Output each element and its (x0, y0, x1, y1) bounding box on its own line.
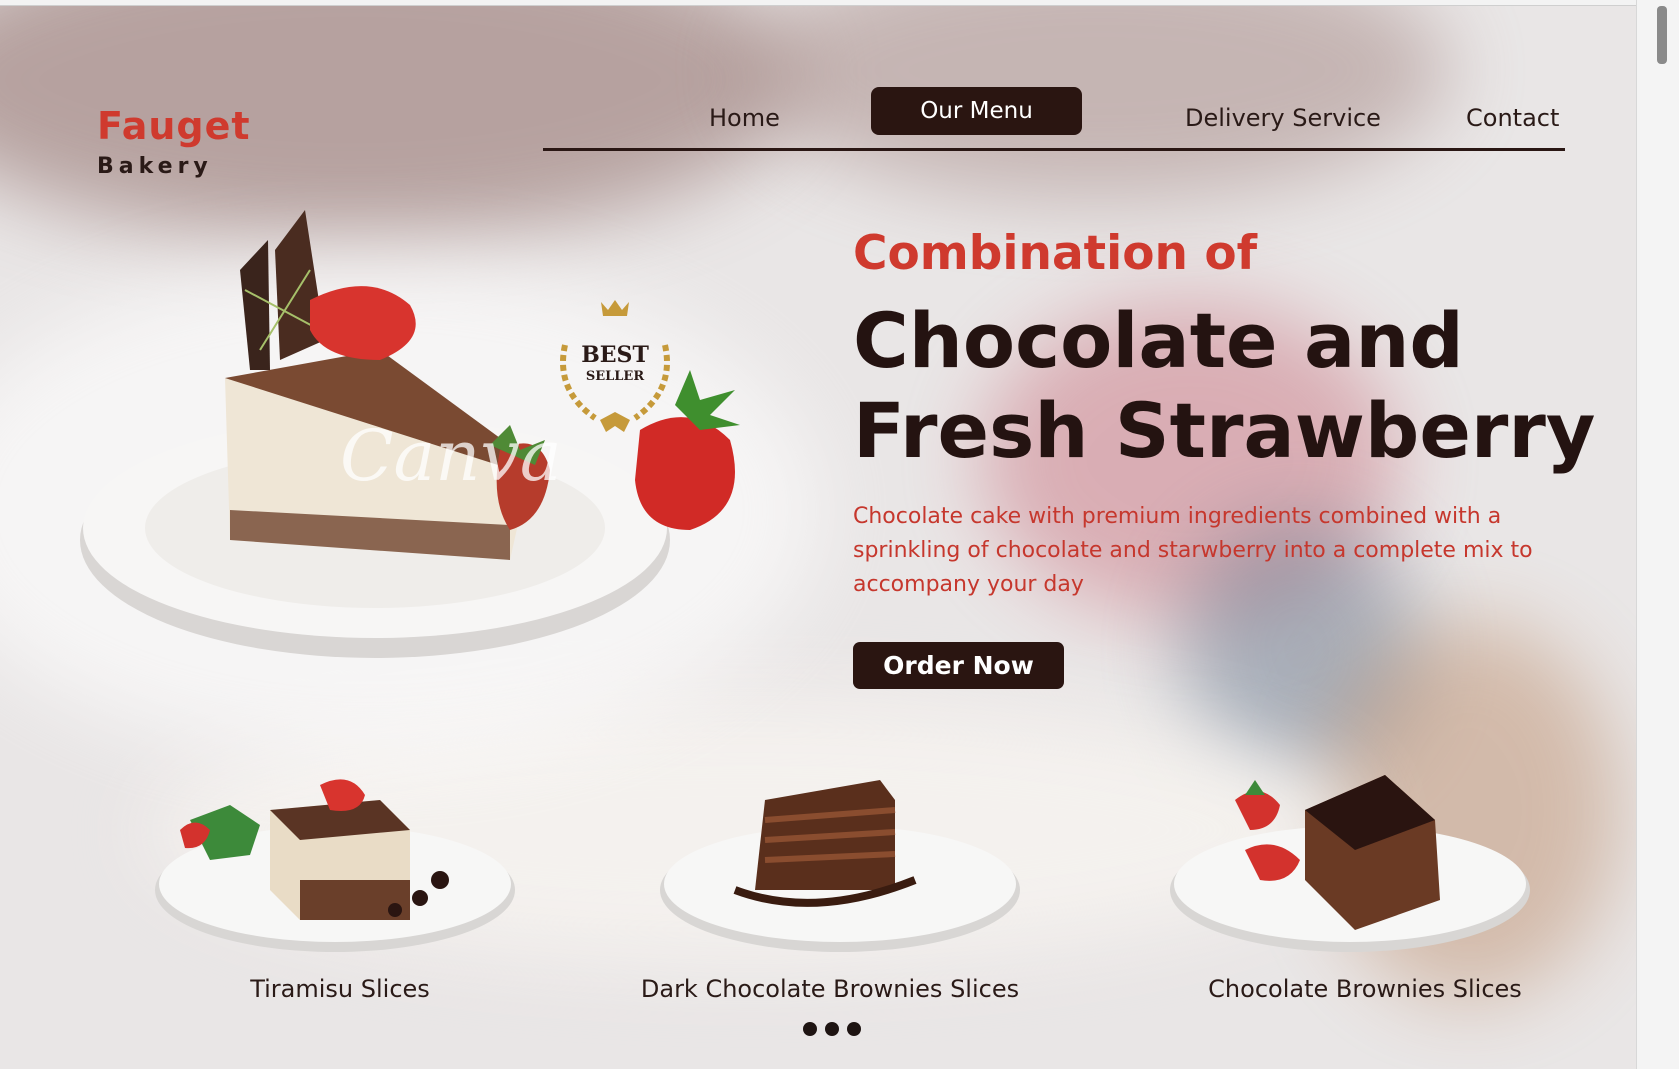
carousel-dot[interactable] (803, 1022, 817, 1036)
carousel-dots[interactable] (803, 1022, 861, 1036)
nav-divider (543, 148, 1565, 151)
hero-title: Chocolate and Fresh Strawberry (853, 296, 1596, 475)
product-name-dark-chocolate-brownies[interactable]: Dark Chocolate Brownies Slices (640, 975, 1020, 1003)
window-top-border (0, 0, 1636, 6)
carousel-dot[interactable] (847, 1022, 861, 1036)
nav-our-menu[interactable]: Our Menu (871, 87, 1082, 135)
badge-best-text: BEST (581, 342, 649, 368)
order-now-button[interactable]: Order Now (853, 642, 1064, 689)
product-image-tiramisu[interactable] (150, 760, 530, 960)
product-name-chocolate-brownies[interactable]: Chocolate Brownies Slices (1195, 975, 1535, 1003)
brand-tagline: Bakery (97, 154, 213, 179)
best-seller-badge: BEST SELLER (560, 300, 670, 432)
badge-seller-text: SELLER (586, 369, 644, 384)
hero-pretitle: Combination of (853, 226, 1258, 281)
nav-home[interactable]: Home (709, 104, 780, 132)
scrollbar-thumb[interactable] (1657, 6, 1667, 64)
watermark-text: Canva (340, 415, 562, 497)
carousel-dot[interactable] (825, 1022, 839, 1036)
product-image-chocolate-brownies[interactable] (1165, 760, 1545, 960)
nav-contact[interactable]: Contact (1466, 104, 1559, 132)
nav-delivery-service[interactable]: Delivery Service (1185, 104, 1381, 132)
product-image-dark-chocolate-brownies[interactable] (655, 760, 1035, 960)
brand-name[interactable]: Fauget (97, 104, 251, 148)
hero-cake-image: Canva (80, 210, 740, 658)
product-name-tiramisu[interactable]: Tiramisu Slices (220, 975, 460, 1003)
hero-description: Chocolate cake with premium ingredients … (853, 504, 1533, 597)
scrollbar[interactable] (1636, 0, 1679, 1069)
